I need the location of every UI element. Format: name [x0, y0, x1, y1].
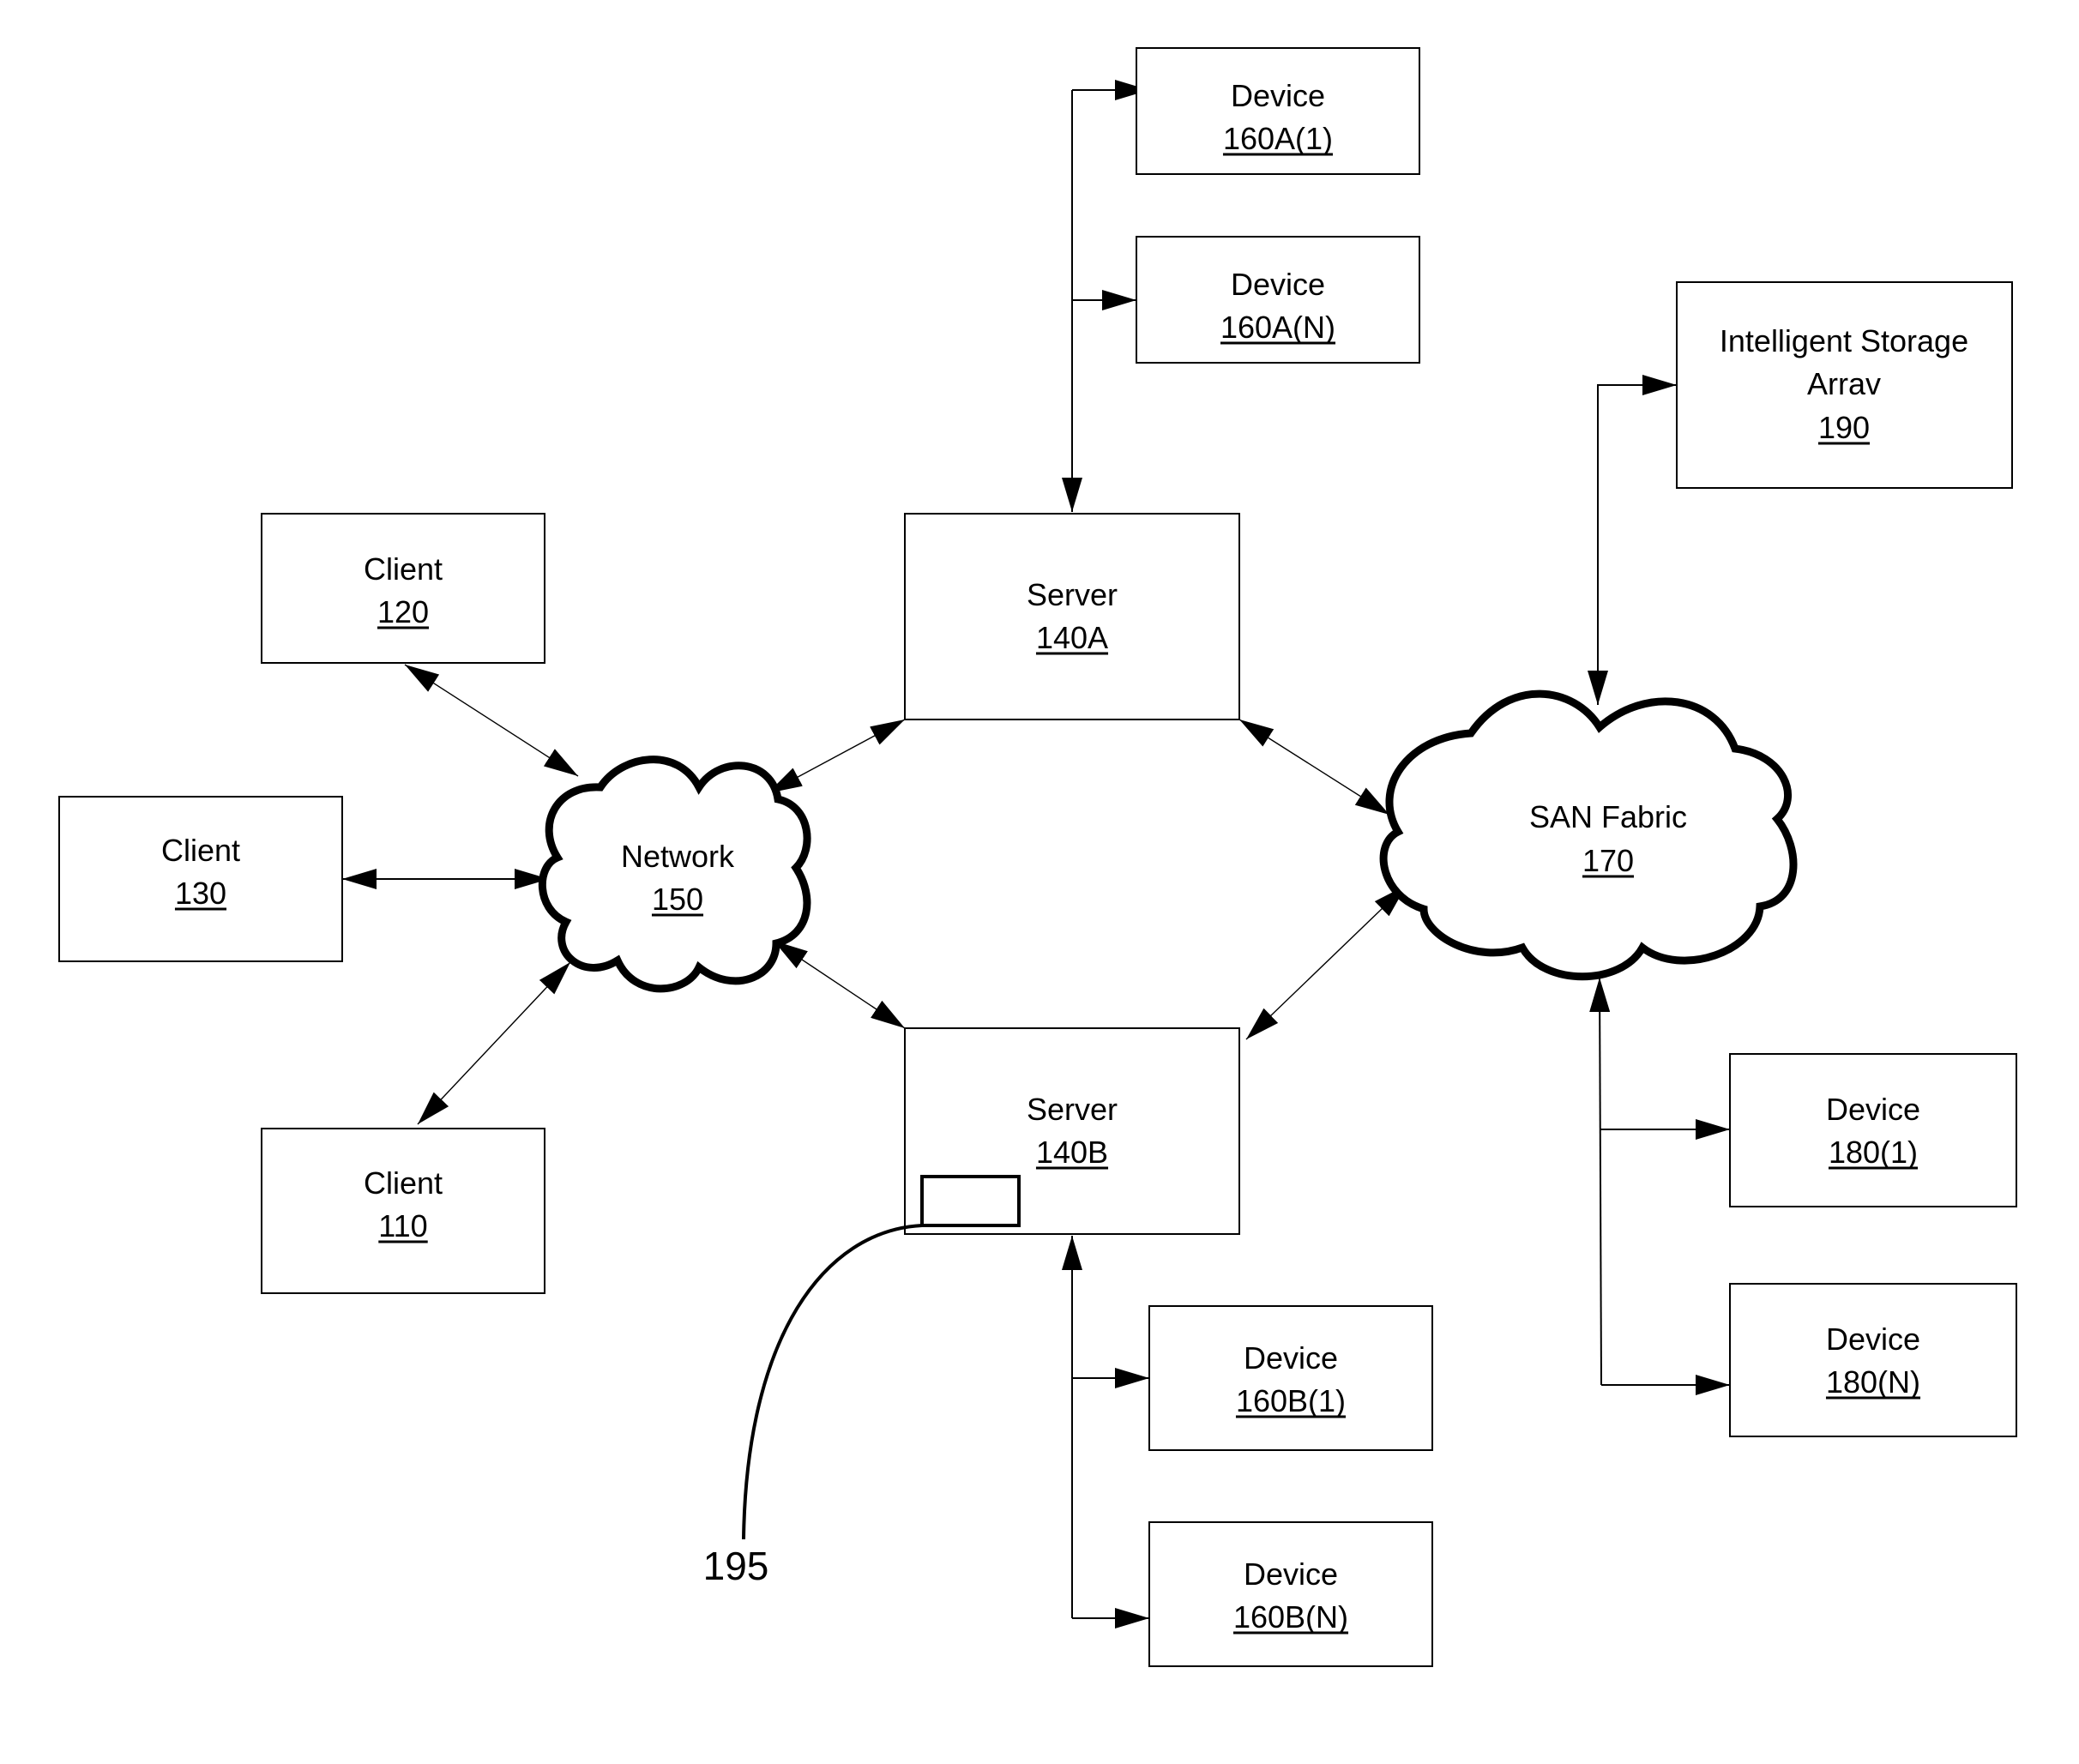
node-title: SAN Fabric [1529, 799, 1687, 834]
callout-leader-195 [742, 1224, 923, 1540]
node-ref: 130 [175, 876, 226, 911]
node-san-170[interactable]: SAN Fabric 170 [1379, 689, 1798, 981]
node-server-140b[interactable]: Server 140B [904, 1027, 1240, 1235]
node-title: Device [1231, 78, 1325, 113]
node-ref: 190 [1818, 410, 1870, 445]
node-title: Device [1244, 1340, 1338, 1376]
edge-client110-network [417, 961, 571, 1125]
edge-server140a-san [1238, 719, 1390, 816]
node-title: Network [621, 839, 735, 874]
network-architecture-diagram: Device 160A(1) Device 160A(N) Intelligen… [58, 47, 2017, 1667]
node-title: Client [364, 551, 443, 587]
node-client-120[interactable]: Client 120 [261, 513, 545, 664]
node-title-line1: Intelligent Storage [1720, 323, 1968, 358]
cloud-shape [538, 756, 811, 993]
node-ref: 140B [1036, 1135, 1108, 1170]
node-title: Device [1231, 267, 1325, 302]
node-storage-190[interactable]: Intelligent Storage Arrav 190 [1676, 281, 2013, 489]
node-device-180n[interactable]: Device 180(N) [1729, 1283, 2017, 1437]
node-title: Device [1244, 1556, 1338, 1592]
node-title: Server [1027, 1092, 1118, 1127]
node-title: Client [364, 1165, 443, 1201]
node-device-160bn[interactable]: Device 160B(N) [1148, 1521, 1433, 1667]
cloud-shape [1379, 689, 1798, 981]
node-title: Device [1826, 1092, 1920, 1127]
edge-network-server140b [773, 940, 906, 1029]
node-ref: 160B(1) [1236, 1383, 1346, 1418]
node-ref: 180(N) [1826, 1364, 1920, 1400]
node-title: Server [1027, 577, 1118, 612]
node-title: Device [1826, 1321, 1920, 1357]
node-ref: 140A [1036, 620, 1108, 655]
node-device-160an[interactable]: Device 160A(N) [1136, 236, 1420, 364]
edge-server140b-san [1245, 884, 1407, 1040]
node-ref: 150 [652, 882, 703, 917]
edge-network-server140a [767, 719, 906, 794]
node-device-160a1[interactable]: Device 160A(1) [1136, 47, 1420, 175]
edge-san-bus [1589, 977, 1611, 1386]
node-ref: 160A(1) [1223, 121, 1333, 156]
edge-san-storage190 [1588, 375, 1677, 705]
node-ref: 110 [378, 1208, 427, 1243]
node-client-110[interactable]: Client 110 [261, 1128, 545, 1294]
node-ref: 170 [1582, 843, 1634, 878]
node-title-line2: Arrav [1807, 366, 1881, 401]
node-title: Client [161, 833, 240, 868]
node-ref: 160A(N) [1220, 310, 1335, 345]
edge-client120-network [404, 664, 579, 777]
node-ref: 180(1) [1829, 1135, 1918, 1170]
node-client-130[interactable]: Client 130 [58, 796, 343, 962]
node-device-1801[interactable]: Device 180(1) [1729, 1053, 2017, 1207]
component-195[interactable] [920, 1175, 1021, 1227]
node-device-160b1[interactable]: Device 160B(1) [1148, 1305, 1433, 1451]
node-ref: 120 [377, 594, 429, 629]
node-server-140a[interactable]: Server 140A [904, 513, 1240, 720]
node-network-150[interactable]: Network 150 [538, 756, 811, 993]
callout-label-195: 195 [703, 1544, 769, 1588]
node-ref: 160B(N) [1233, 1599, 1348, 1635]
